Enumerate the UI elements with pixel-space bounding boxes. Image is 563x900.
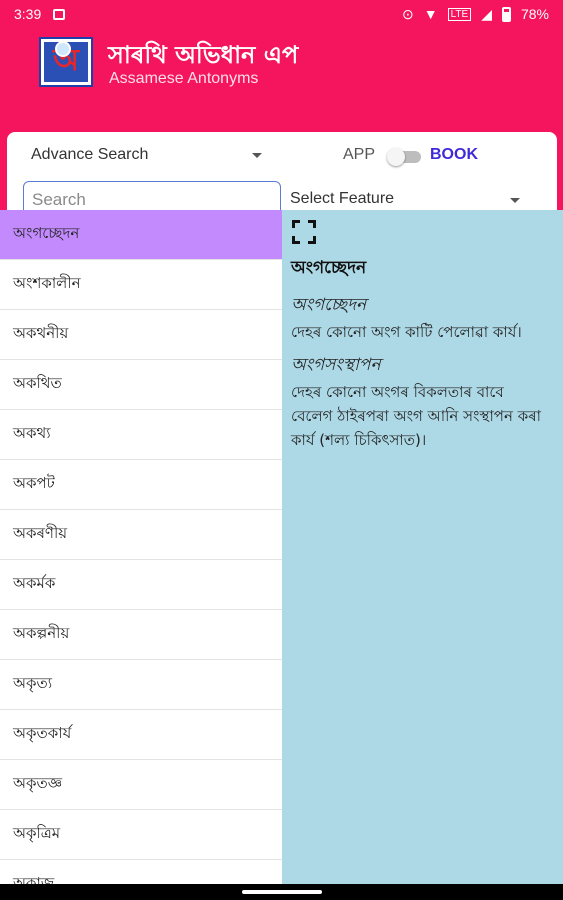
definition-entry: অংগসংস্থাপন দেহৰ কোনো অংগৰ বিকলতাৰ বাবে … [291, 352, 546, 452]
app-mode-label: APP [343, 146, 376, 163]
list-item[interactable]: অকৃত্য [0, 660, 282, 710]
wifi-icon: ▼ [423, 6, 438, 22]
list-item[interactable]: অকৃতকাৰ্য [0, 710, 282, 760]
image-icon [53, 8, 66, 20]
status-bar: 3:39 ⊙ ▼ LTE ◢ 78% [0, 0, 563, 28]
entry-definition: দেহৰ কোনো অংগ কাটি পেলোৱা কাৰ্য। [291, 323, 522, 341]
list-item[interactable]: অকৰণীয় [0, 510, 282, 560]
battery-icon [501, 6, 511, 22]
detail-body: অংগচ্ছেদন দেহৰ কোনো অংগ কাটি পেলোৱা কাৰ্… [291, 292, 546, 460]
chevron-down-icon[interactable] [510, 198, 520, 203]
list-item[interactable]: অকৃতজ্ঞ [0, 760, 282, 810]
entry-definition: দেহৰ কোনো অংগৰ বিকলতাৰ বাবে বেলেগ ঠাইৰপৰ… [291, 383, 541, 449]
list-item[interactable]: অকথিত [0, 360, 282, 410]
list-item[interactable]: অকাজ [0, 860, 282, 884]
select-feature-dropdown[interactable]: Select Feature [290, 190, 394, 208]
list-item[interactable]: অকৃত্ৰিম [0, 810, 282, 860]
home-gesture-handle[interactable] [242, 890, 322, 894]
entry-term: অংগসংস্থাপন [291, 355, 381, 375]
list-item[interactable]: অকৰ্মক [0, 560, 282, 610]
globe-icon [55, 41, 71, 57]
entry-term: অংগচ্ছেদন [291, 295, 367, 315]
battery-percent: 78% [520, 6, 549, 22]
list-item[interactable]: অকপট [0, 460, 282, 510]
detail-panel: অংগচ্ছেদন অংগচ্ছেদন দেহৰ কোনো অংগ কাটি প… [282, 210, 563, 884]
list-item[interactable]: অংশকালীন [0, 260, 282, 310]
list-item[interactable]: অকথনীয় [0, 310, 282, 360]
chevron-down-icon[interactable] [252, 153, 262, 158]
book-mode-label: BOOK [430, 146, 478, 163]
detail-headword: অংগচ্ছেদন [291, 258, 367, 278]
app-header: অ সাৰথি অভিধান এপ Assamese Antonyms Adva… [0, 28, 563, 224]
status-icons: ⊙ ▼ LTE ◢ 78% [402, 6, 549, 23]
list-item[interactable]: অকল্পনীয় [0, 610, 282, 660]
list-item[interactable]: অকথ্য [0, 410, 282, 460]
signal-icon: ◢ [481, 5, 492, 22]
advance-search-dropdown[interactable]: Advance Search [31, 146, 148, 164]
word-list[interactable]: অংগচ্ছেদন অংশকালীন অকথনীয় অকথিত অকথ্য অ… [0, 210, 282, 884]
definition-entry: অংগচ্ছেদন দেহৰ কোনো অংগ কাটি পেলোৱা কাৰ্… [291, 292, 546, 344]
app-subtitle: Assamese Antonyms [109, 70, 259, 87]
status-time: 3:39 [14, 6, 42, 22]
sync-icon: ⊙ [401, 5, 414, 22]
lte-icon: LTE [447, 7, 472, 21]
fullscreen-icon[interactable] [292, 220, 316, 244]
app-logo-icon: অ [39, 37, 93, 87]
system-nav-bar [0, 884, 563, 900]
app-book-toggle[interactable] [387, 148, 421, 166]
toggle-thumb[interactable] [387, 148, 405, 166]
list-item[interactable]: অংগচ্ছেদন [0, 210, 282, 260]
